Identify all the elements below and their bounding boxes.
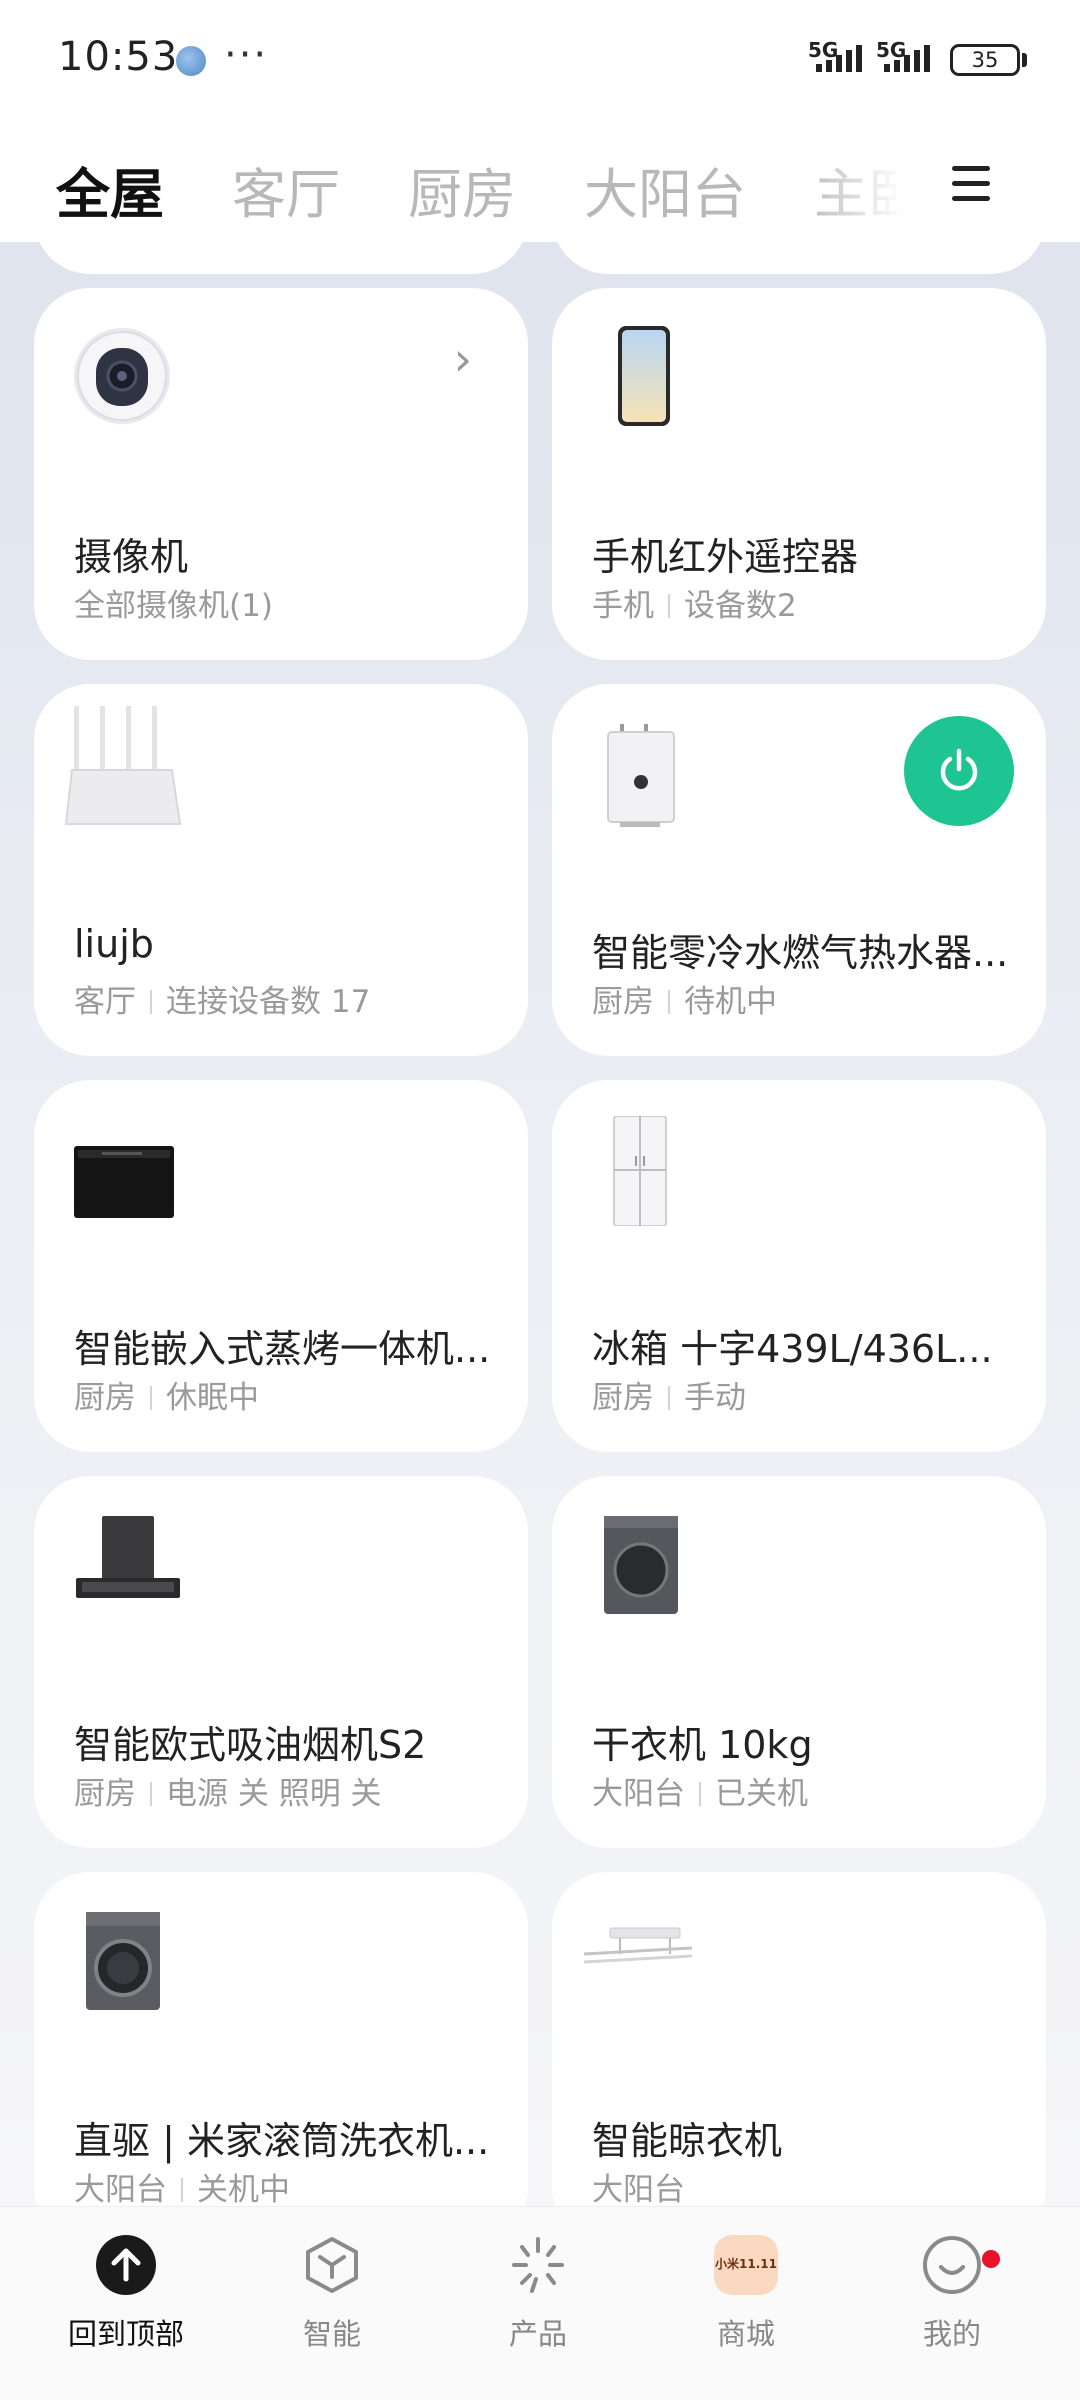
device-card-range-hood[interactable]: 智能欧式吸油烟机S2 厨房 电源 关 照明 关: [34, 1476, 528, 1848]
device-room: 大阳台: [592, 1776, 685, 1812]
notification-app-icon: [176, 46, 206, 76]
device-name: 智能晾衣机: [592, 2119, 783, 2163]
device-name: 智能零冷水燃气热水器...: [592, 931, 1009, 975]
device-card-partial[interactable]: [552, 242, 1046, 274]
nav-products[interactable]: 产品: [458, 2235, 618, 2375]
device-name: 摄像机: [74, 535, 189, 579]
device-meta: 厨房 休眠中: [74, 1372, 259, 1417]
device-room: 厨房: [74, 1380, 136, 1416]
device-card-fridge[interactable]: 冰箱 十字439L/436L... 厨房 手动: [552, 1080, 1046, 1452]
chevron-right-icon[interactable]: ›: [454, 332, 472, 386]
device-meta: 手机 设备数2: [592, 580, 797, 625]
tab-all-rooms[interactable]: 全屋: [56, 150, 164, 229]
signal-sim1-icon: 5G: [808, 38, 878, 78]
device-name: 手机红外遥控器: [592, 535, 859, 579]
device-card-water-heater[interactable]: 智能零冷水燃气热水器... 厨房 待机中: [552, 684, 1046, 1056]
device-status: 全部摄像机(1): [74, 588, 273, 624]
status-time: 10:53: [58, 34, 179, 80]
nav-smart[interactable]: 智能: [252, 2235, 412, 2375]
power-button[interactable]: [904, 716, 1014, 826]
status-bar: 10:53 ··· 5G 5G 35: [0, 0, 1080, 120]
tab-kitchen[interactable]: 厨房: [408, 150, 516, 229]
device-status: 电源 关 照明 关: [166, 1776, 382, 1812]
water-heater-icon: [590, 720, 700, 830]
device-name: 直驱 | 米家滚筒洗衣机...: [74, 2119, 490, 2163]
device-status: 设备数2: [684, 588, 797, 624]
device-name: liujb: [74, 922, 154, 966]
nav-label: 产品: [508, 2317, 567, 2351]
device-card-camera[interactable]: › 摄像机 全部摄像机(1): [34, 288, 528, 660]
tab-overflow-fade: [800, 140, 930, 230]
oven-icon: [72, 1116, 182, 1226]
battery-icon: 35: [950, 44, 1020, 76]
nav-label: 智能: [302, 2317, 361, 2351]
range-hood-icon: [72, 1512, 182, 1622]
device-card-dryer[interactable]: 干衣机 10kg 大阳台 已关机: [552, 1476, 1046, 1848]
power-icon: [940, 748, 978, 791]
mall-icon: 小米11.11: [714, 2235, 778, 2295]
phone-icon: [590, 324, 700, 434]
battery-tip: [1022, 53, 1027, 67]
nav-back-to-top[interactable]: 回到顶部: [46, 2235, 206, 2375]
dryer-icon: [590, 1512, 700, 1622]
device-card-clothes-rack[interactable]: 智能晾衣机 大阳台: [552, 1872, 1046, 2206]
device-room: 厨房: [74, 1776, 136, 1812]
nav-profile[interactable]: 我的: [872, 2235, 1032, 2375]
room-tab-bar: 全屋 客厅 厨房 大阳台 主卧: [0, 120, 1080, 242]
signal-sim2-icon: 5G: [876, 38, 946, 78]
router-icon: [64, 704, 184, 834]
device-status: 连接设备数 17: [166, 984, 371, 1020]
washer-icon: [72, 1908, 182, 2018]
device-name: 智能欧式吸油烟机S2: [74, 1723, 427, 1767]
device-card-washer[interactable]: 直驱 | 米家滚筒洗衣机... 大阳台 关机中: [34, 1872, 528, 2206]
menu-icon[interactable]: [952, 166, 990, 202]
device-grid: › 摄像机 全部摄像机(1) 手机红外遥控器 手机 设备数2 liujb 客厅 …: [0, 242, 1080, 2206]
device-card-router[interactable]: liujb 客厅 连接设备数 17: [34, 684, 528, 1056]
device-meta: 厨房 手动: [592, 1372, 746, 1417]
notification-dot: [982, 2250, 1000, 2268]
battery-level: 35: [971, 48, 999, 72]
arrow-up-icon: [96, 2235, 156, 2295]
clothes-rack-icon: [580, 1908, 700, 2018]
device-status: 手动: [684, 1380, 746, 1416]
device-meta: 厨房 待机中: [592, 976, 777, 1021]
device-name: 干衣机 10kg: [592, 1723, 813, 1767]
mall-badge-text: 小米11.11: [715, 2257, 777, 2271]
tab-balcony[interactable]: 大阳台: [584, 150, 746, 229]
nav-label: 商城: [716, 2317, 775, 2351]
device-status: 已关机: [715, 1776, 808, 1812]
device-meta: 客厅 连接设备数 17: [74, 976, 370, 1021]
device-room: 厨房: [592, 984, 654, 1020]
device-name: 冰箱 十字439L/436L...: [592, 1327, 993, 1371]
device-room: 厨房: [592, 1380, 654, 1416]
device-room: 手机: [592, 588, 654, 624]
device-meta: 大阳台 已关机: [592, 1768, 808, 1813]
fridge-icon: [590, 1115, 700, 1227]
device-card-phone-ir-remote[interactable]: 手机红外遥控器 手机 设备数2: [552, 288, 1046, 660]
device-room: 客厅: [74, 984, 136, 1020]
profile-icon: [922, 2235, 982, 2295]
tab-living-room[interactable]: 客厅: [232, 150, 340, 229]
product-spark-icon: [508, 2235, 568, 2295]
bottom-nav: 回到顶部 智能 产品 小米11.11 商城 我的: [0, 2206, 1080, 2400]
smart-cube-icon: [302, 2235, 362, 2295]
device-card-steam-oven[interactable]: 智能嵌入式蒸烤一体机... 厨房 休眠中: [34, 1080, 528, 1452]
device-meta: 大阳台 关机中: [74, 2164, 290, 2206]
device-room: 大阳台: [74, 2172, 167, 2206]
device-status: 待机中: [684, 984, 777, 1020]
device-card-partial[interactable]: [34, 242, 528, 274]
device-status: 休眠中: [166, 1380, 259, 1416]
device-status: 关机中: [197, 2172, 290, 2206]
nav-label: 我的: [922, 2317, 981, 2351]
camera-icon: [72, 324, 182, 434]
device-meta: 厨房 电源 关 照明 关: [74, 1768, 382, 1813]
device-name: 智能嵌入式蒸烤一体机...: [74, 1327, 491, 1371]
nav-mall[interactable]: 小米11.11 商城: [666, 2235, 826, 2375]
device-room: 大阳台: [592, 2172, 685, 2206]
more-notifications-icon: ···: [224, 32, 269, 78]
nav-label: 回到顶部: [67, 2317, 184, 2351]
